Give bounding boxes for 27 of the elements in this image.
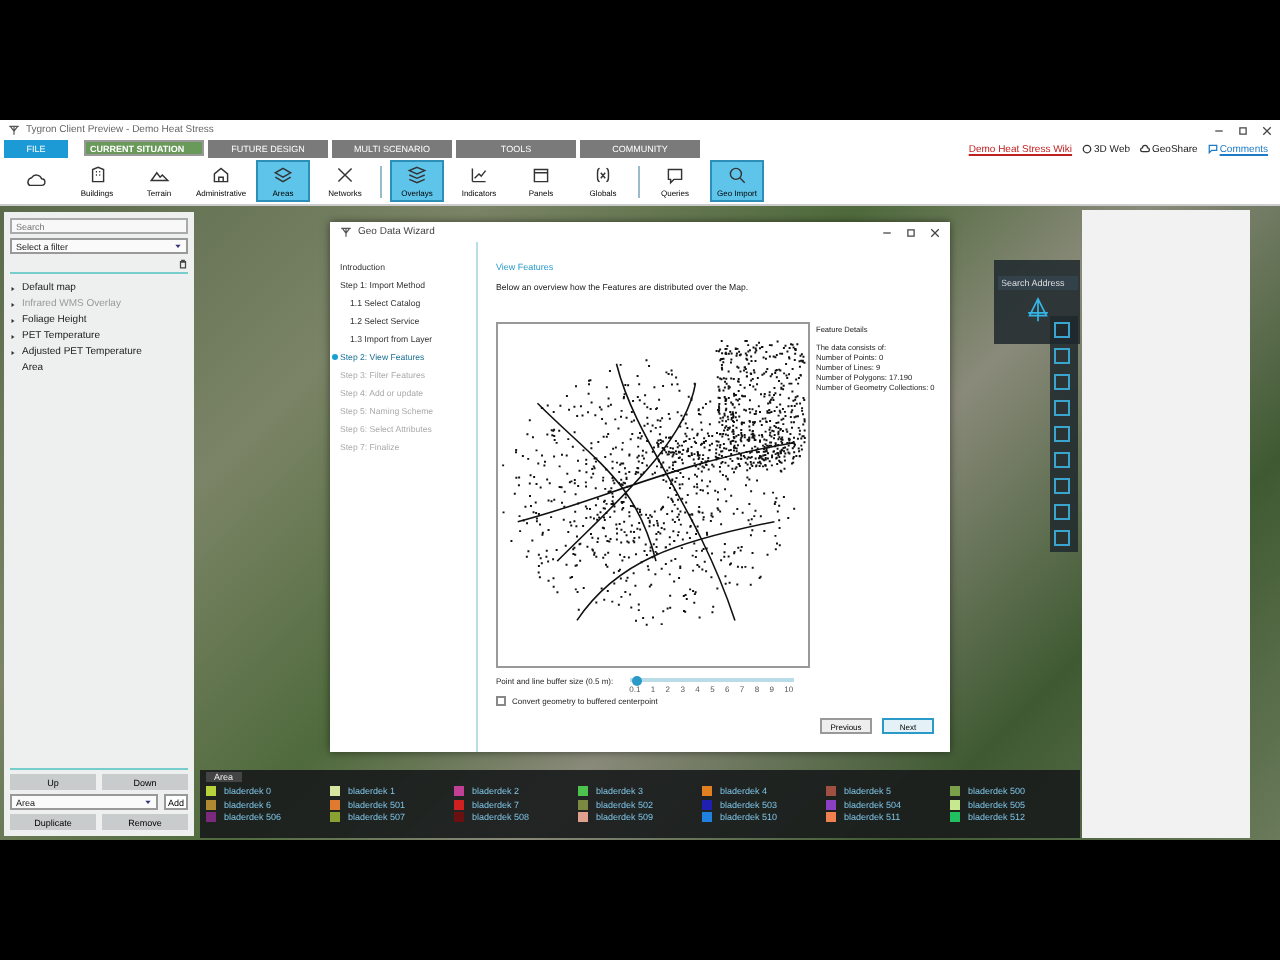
minimize-icon[interactable] xyxy=(1214,125,1224,135)
query-icon xyxy=(664,164,686,186)
cloud-icon xyxy=(24,170,46,192)
app-logo-icon xyxy=(340,226,352,238)
compass-icon[interactable] xyxy=(1023,296,1051,324)
layers-icon xyxy=(406,164,428,186)
cloud-icon[interactable] xyxy=(1140,144,1151,154)
checkbox[interactable] xyxy=(496,696,506,706)
minimize-icon[interactable] xyxy=(882,227,892,237)
chat-icon[interactable] xyxy=(1207,144,1218,154)
maximize-icon[interactable] xyxy=(906,227,916,237)
slider-thumb[interactable] xyxy=(632,675,643,685)
function-icon xyxy=(592,164,614,186)
app-logo-icon xyxy=(8,124,20,136)
clipboard-icon[interactable] xyxy=(178,258,188,270)
maximize-icon[interactable] xyxy=(1238,125,1248,135)
window-icon xyxy=(530,164,552,186)
layers-icon xyxy=(272,164,294,186)
magnifier-icon xyxy=(726,164,748,186)
close-icon[interactable] xyxy=(1262,125,1272,135)
caret-icon xyxy=(174,242,182,250)
close-icon[interactable] xyxy=(930,227,940,237)
house-icon xyxy=(210,164,232,186)
caret-icon xyxy=(144,798,152,806)
chart-icon xyxy=(468,164,490,186)
globe-icon[interactable] xyxy=(1082,144,1093,154)
building-icon xyxy=(86,164,108,186)
